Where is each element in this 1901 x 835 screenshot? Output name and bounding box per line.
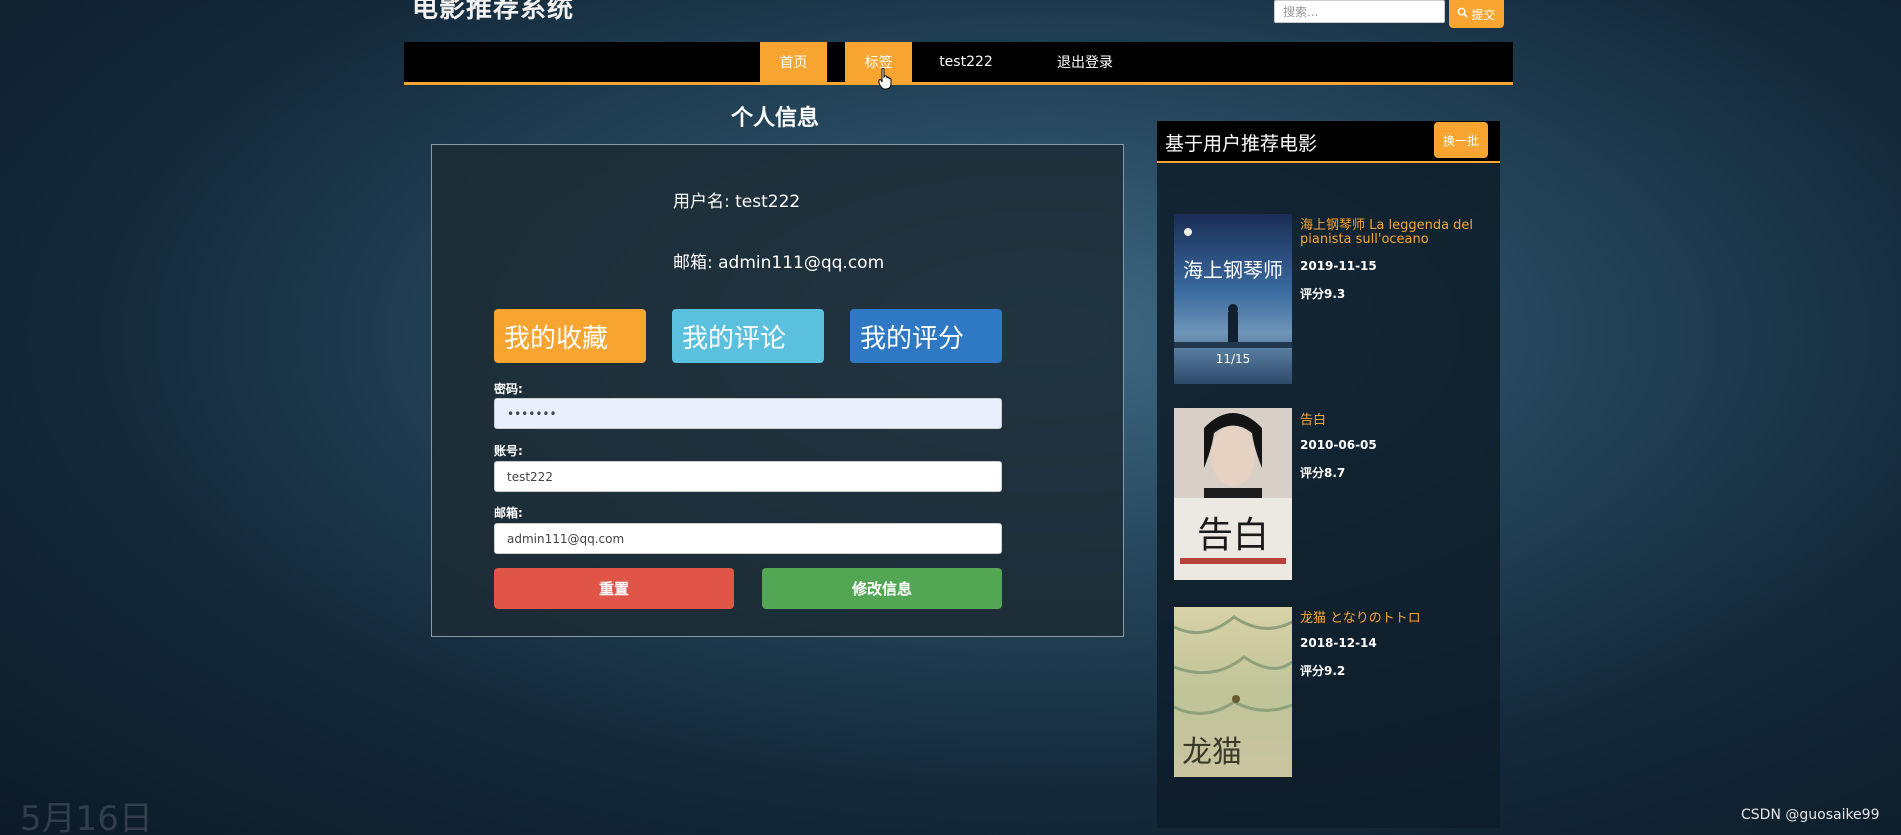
movie-score: 评分9.3 <box>1300 287 1346 301</box>
main-navbar: 首页 标签 test222 退出登录 <box>404 42 1513 85</box>
my-ratings-label: 我的评分 <box>860 323 965 354</box>
poster-title-text: 海上钢琴师 <box>1183 258 1283 282</box>
search-submit-label: 提交 <box>1471 7 1496 22</box>
hand-cursor-icon <box>878 68 892 90</box>
username-display: 用户名: test222 <box>673 192 801 212</box>
movie-poster[interactable]: 海上钢琴师 11/15 <box>1174 214 1292 384</box>
nav-item-label: 首页 <box>779 55 808 71</box>
recommend-header: 基于用户推荐电影 换一批 <box>1157 121 1500 163</box>
movie-date: 2018-12-14 <box>1300 636 1377 650</box>
account-field[interactable]: test222 <box>494 461 1002 492</box>
search-input[interactable]: 搜索... <box>1274 0 1445 23</box>
poster-date-text: 11/15 <box>1215 352 1251 366</box>
nav-item-label: 退出登录 <box>1057 55 1113 71</box>
update-info-button[interactable]: 修改信息 <box>762 568 1002 609</box>
date-watermark: 5月16日 <box>20 799 153 835</box>
poster-title-text: 告白 <box>1196 515 1269 556</box>
my-ratings-button[interactable]: 我的评分 <box>850 309 1002 363</box>
nav-item-home[interactable]: 首页 <box>760 42 827 82</box>
movie-score: 评分9.2 <box>1300 664 1346 678</box>
csdn-watermark: CSDN @guosaike99 <box>1741 807 1880 823</box>
swap-batch-button[interactable]: 换一批 <box>1434 122 1488 158</box>
search-submit-button[interactable]: 提交 <box>1449 0 1504 28</box>
poster-stripe <box>1180 558 1286 564</box>
recommend-panel: 基于用户推荐电影 换一批 海上钢琴师 11/15 海上钢琴师 La leggen… <box>1157 121 1500 828</box>
profile-panel: 用户名: test222 邮箱: admin111@qq.com 我的收藏 我的… <box>431 144 1124 637</box>
movie-date: 2010-06-05 <box>1300 438 1377 452</box>
my-favorites-label: 我的收藏 <box>504 323 609 354</box>
site-title: 电影推荐系统 <box>412 0 575 24</box>
password-field[interactable]: ••••••• <box>494 398 1002 429</box>
email-display: 邮箱: admin111@qq.com <box>673 253 885 273</box>
account-label: 账号: <box>494 444 523 458</box>
movie-poster[interactable]: 告白 <box>1174 408 1292 580</box>
nav-item-logout[interactable]: 退出登录 <box>1045 42 1125 82</box>
my-favorites-button[interactable]: 我的收藏 <box>494 309 646 363</box>
movie-date: 2019-11-15 <box>1300 259 1377 273</box>
movie-score: 评分8.7 <box>1300 466 1346 480</box>
swap-batch-label: 换一批 <box>1442 133 1479 148</box>
movie-title[interactable]: 告白 <box>1300 414 1490 428</box>
my-comments-button[interactable]: 我的评论 <box>672 309 824 363</box>
movie-poster[interactable]: 龙猫 <box>1174 607 1292 777</box>
my-comments-label: 我的评论 <box>682 323 787 354</box>
poster-title-text: 龙猫 <box>1182 735 1242 770</box>
email-field[interactable]: admin111@qq.com <box>494 523 1002 554</box>
update-info-label: 修改信息 <box>851 580 912 598</box>
movie-title[interactable]: 海上钢琴师 La leggenda del pianista sull'ocea… <box>1300 219 1490 247</box>
page-title: 个人信息 <box>731 106 820 131</box>
recommend-title: 基于用户推荐电影 <box>1165 133 1318 155</box>
search-icon <box>1457 7 1469 21</box>
nav-item-user[interactable]: test222 <box>930 42 1002 82</box>
nav-item-label: test222 <box>939 54 993 70</box>
reset-label: 重置 <box>598 580 629 598</box>
reset-button[interactable]: 重置 <box>494 568 734 609</box>
email-label: 邮箱: <box>494 506 523 520</box>
password-label: 密码: <box>494 382 523 396</box>
movie-title[interactable]: 龙猫 となりのトトロ <box>1300 612 1490 626</box>
